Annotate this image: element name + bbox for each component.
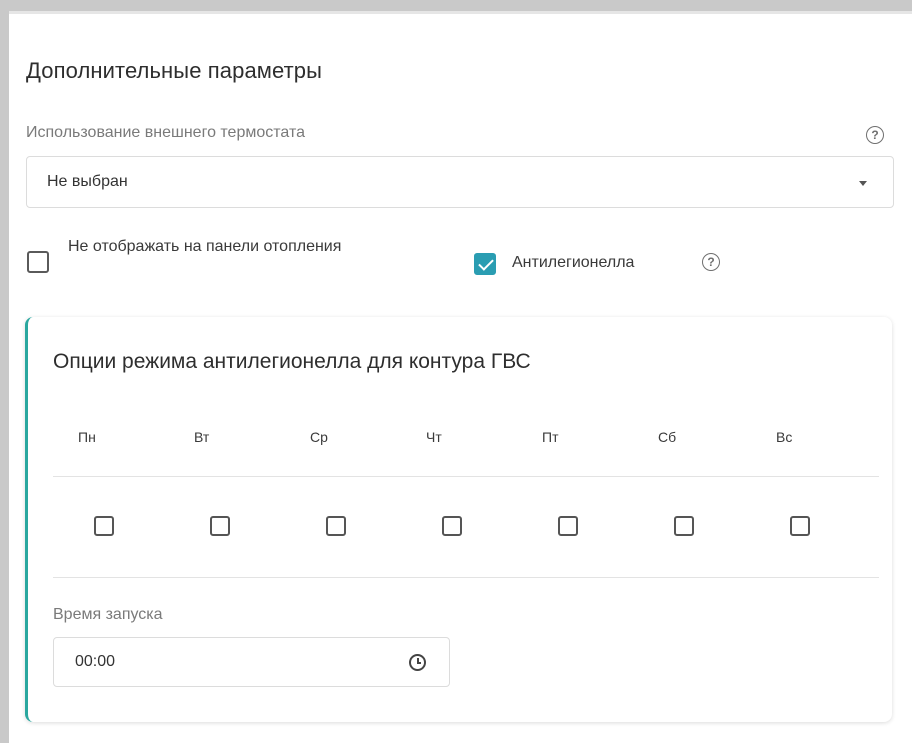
day-label-wed: Ср	[310, 429, 328, 445]
day-checkbox-tue[interactable]	[210, 516, 230, 536]
day-label-sat: Сб	[658, 429, 677, 445]
hide-panel-label: Не отображать на панели отопления	[68, 238, 342, 255]
day-label-tue: Вт	[194, 429, 210, 445]
thermostat-select-value: Не выбран	[47, 173, 128, 190]
day-checkbox-sun[interactable]	[790, 516, 810, 536]
day-checkbox-sat[interactable]	[674, 516, 694, 536]
help-circle-icon[interactable]: ?	[866, 126, 884, 144]
window-frame-top	[0, 0, 912, 11]
day-label-mon: Пн	[78, 429, 96, 445]
window-frame-left	[0, 0, 9, 743]
day-checkbox-wed[interactable]	[326, 516, 346, 536]
day-checkbox-thu[interactable]	[442, 516, 462, 536]
thermostat-label: Использование внешнего термостата	[26, 124, 305, 141]
start-time-input[interactable]: 00:00	[53, 637, 450, 687]
hide-panel-checkbox[interactable]	[27, 251, 49, 273]
window-frame-inner	[9, 11, 912, 14]
day-label-sun: Вс	[776, 429, 793, 445]
thermostat-select[interactable]: Не выбран	[26, 156, 894, 208]
start-time-value: 00:00	[75, 653, 116, 670]
card-title: Опции режима антилегионелла для контура …	[53, 350, 531, 373]
section-title: Дополнительные параметры	[26, 58, 323, 83]
antilegionella-checkbox[interactable]	[474, 253, 496, 275]
start-time-label: Время запуска	[53, 606, 163, 623]
antilegionella-label: Антилегионелла	[512, 254, 635, 271]
day-label-fri: Пт	[542, 429, 559, 445]
dropdown-arrow-icon	[859, 181, 867, 186]
antilegionella-help-icon[interactable]: ?	[702, 253, 720, 271]
day-checkbox-mon[interactable]	[94, 516, 114, 536]
clock-icon[interactable]	[409, 654, 426, 671]
divider	[53, 476, 879, 477]
divider	[53, 577, 879, 578]
day-label-thu: Чт	[426, 429, 442, 445]
day-checkbox-fri[interactable]	[558, 516, 578, 536]
antilegionella-options-card: Опции режима антилегионелла для контура …	[25, 317, 892, 722]
